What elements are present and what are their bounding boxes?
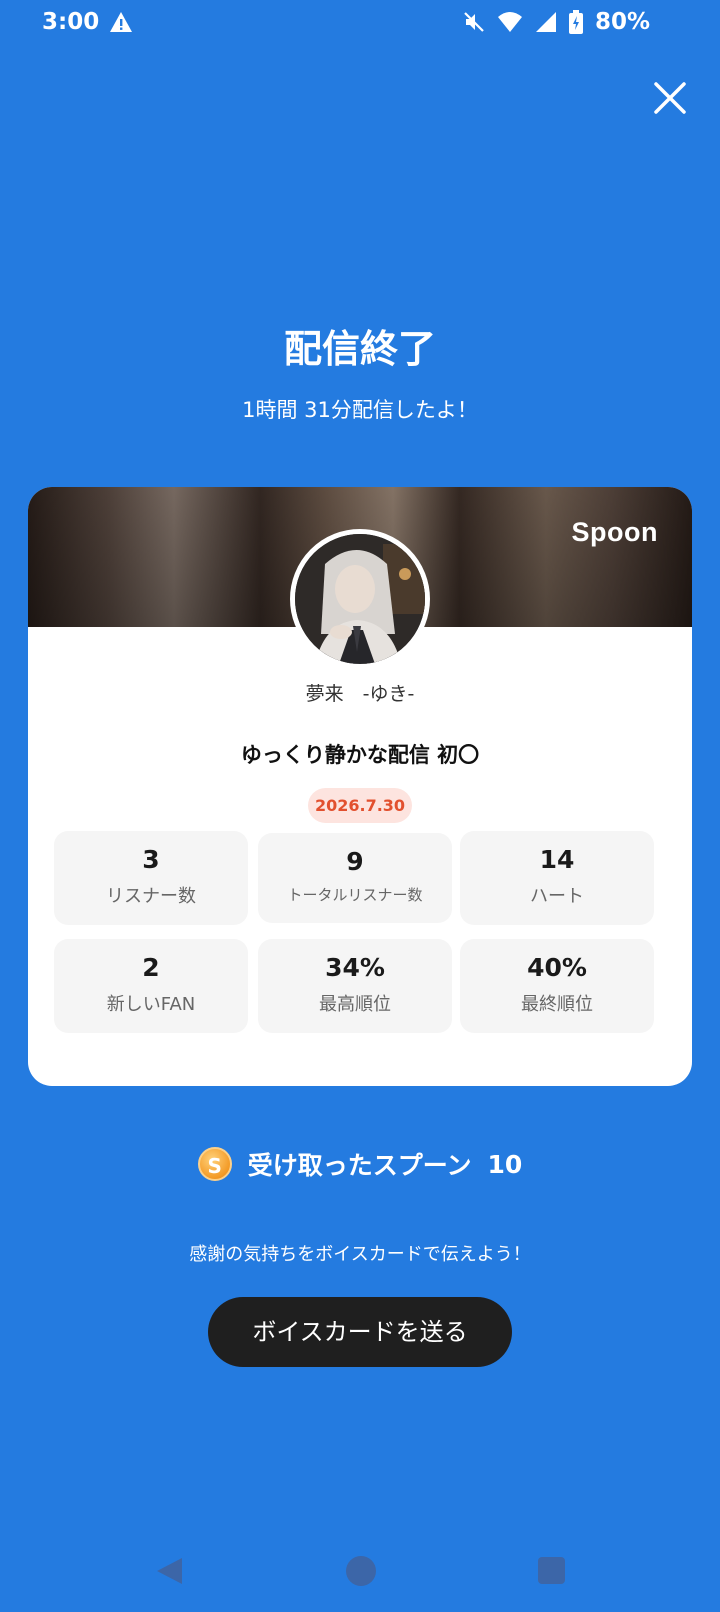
spoons-received: S 受け取ったスプーン 10 (0, 1146, 720, 1182)
stat-value: 3 (142, 845, 160, 874)
system-nav-bar (0, 1540, 720, 1600)
username: 夢来 -ゆき- (305, 683, 415, 705)
back-icon[interactable] (154, 1556, 184, 1586)
stat-best-rank: 34% 最高順位 (258, 939, 452, 1033)
stat-label: 新しいFAN (106, 994, 196, 1015)
wifi-icon (497, 12, 522, 32)
home-icon[interactable] (346, 1556, 376, 1586)
stat-value: 40% (527, 953, 587, 982)
avatar-image (295, 534, 425, 664)
stat-label: リスナー数 (106, 886, 196, 907)
mute-icon (464, 12, 484, 32)
coin-icon: S (197, 1147, 232, 1181)
stat-value: 9 (346, 847, 364, 876)
spoons-label: 受け取ったスプーン (247, 1151, 472, 1180)
send-voice-card-button[interactable]: ボイスカードを送る (208, 1297, 512, 1367)
stat-label: 最終順位 (521, 994, 593, 1015)
stat-label: 最高順位 (319, 994, 391, 1015)
spoons-count: 10 (487, 1149, 523, 1179)
stat-label: ハート (530, 886, 584, 907)
page-title: 配信終了 (283, 327, 436, 371)
thanks-message: 感謝の気持ちをボイスカードで伝えよう！ (189, 1244, 531, 1265)
stream-title: ゆっくり静かな配信 初〇 (240, 743, 480, 767)
stat-value: 14 (539, 845, 575, 874)
stat-value: 2 (142, 953, 160, 982)
stat-new-fans: 2 新しいFAN (54, 939, 248, 1033)
status-time: 3:00 (42, 9, 100, 35)
stat-label: トータルリスナー数 (287, 886, 423, 904)
page-subtitle: 1時間 31分配信したよ！ (242, 398, 478, 422)
stat-value: 34% (325, 953, 385, 982)
stat-listeners: 3 リスナー数 (54, 831, 248, 925)
battery-percent: 80% (594, 9, 650, 35)
status-bar: 3:00 80% (0, 0, 720, 44)
stat-final-rank: 40% 最終順位 (460, 939, 654, 1033)
date-badge: 2026.7.30 (308, 788, 412, 823)
spoon-logo: Spoon (571, 517, 658, 547)
stat-hearts: 14 ハート (460, 831, 654, 925)
recent-apps-icon[interactable] (538, 1557, 565, 1584)
close-icon[interactable] (652, 80, 688, 116)
battery-icon (568, 10, 583, 34)
avatar (290, 529, 430, 669)
stat-total-listeners: 9 トータルリスナー数 (258, 833, 452, 923)
signal-icon (535, 12, 556, 32)
status-left: 3:00 (42, 9, 133, 35)
warning-icon (110, 12, 133, 32)
broadcast-summary-card: Spoon 夢来 -ゆき- ゆっくり静かな配信 初〇 2026.7.30 3 リ… (28, 487, 692, 1086)
status-right: 80% (463, 9, 650, 35)
